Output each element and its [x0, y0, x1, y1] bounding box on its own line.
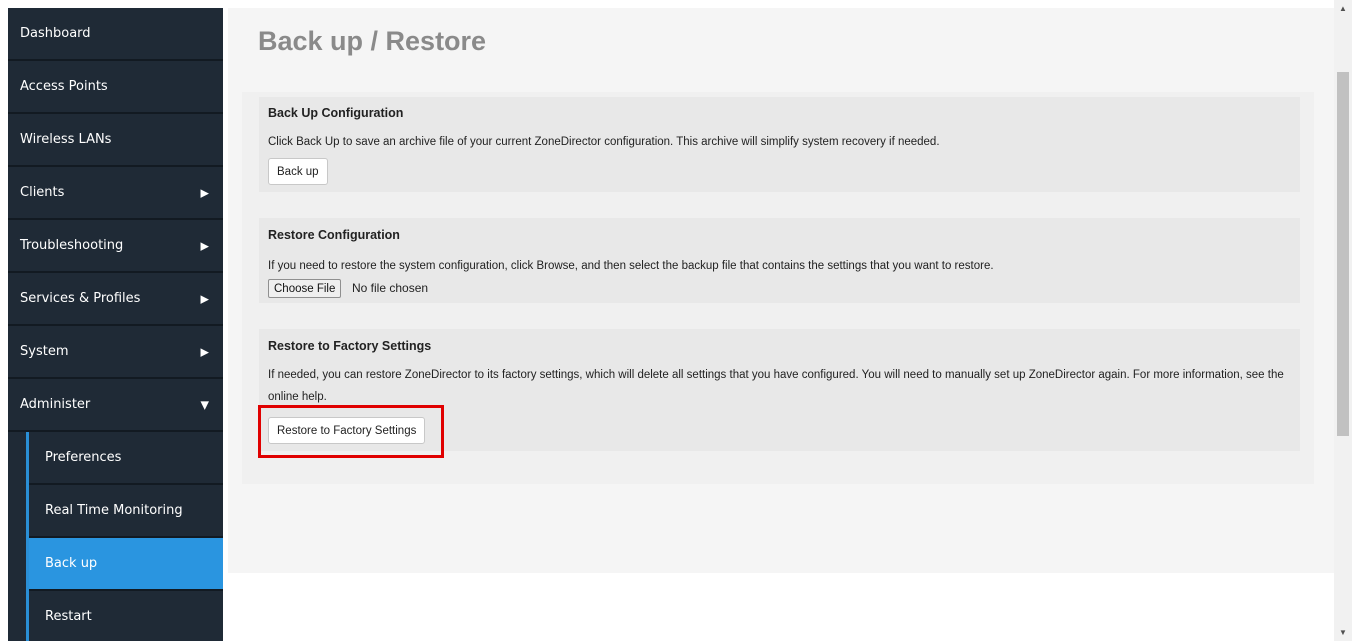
back-up-button[interactable]: Back up [268, 158, 328, 185]
sidebar-item-restart[interactable]: Restart [29, 591, 223, 641]
nav-item-access-points[interactable]: Access Points [8, 61, 223, 114]
restore-section: Restore Configuration If you need to res… [259, 218, 1300, 303]
nav-item-label: Clients [20, 185, 65, 200]
restore-description: If you need to restore the system config… [268, 260, 994, 272]
scroll-thumb[interactable] [1337, 72, 1349, 436]
nav-item-label: System [20, 344, 69, 359]
sub-item-label: Back up [45, 556, 98, 571]
restore-heading: Restore Configuration [268, 228, 400, 242]
backup-description: Click Back Up to save an archive file of… [268, 136, 940, 148]
triangle-right-icon: ▶ [200, 292, 209, 305]
sidebar-item-real-time-monitoring[interactable]: Real Time Monitoring [29, 485, 223, 538]
choose-file-button[interactable]: Choose File [268, 279, 342, 298]
nav-item-label: Services & Profiles [20, 291, 141, 306]
factory-heading: Restore to Factory Settings [268, 339, 432, 353]
triangle-right-icon: ▶ [200, 345, 209, 358]
main-content: Back up / Restore Back Up Configuration … [228, 8, 1334, 573]
triangle-down-icon: ▼ [200, 398, 209, 411]
vertical-scrollbar[interactable]: ▲ ▼ [1334, 0, 1352, 641]
nav-item-label: Dashboard [20, 26, 91, 41]
nav-item-dashboard[interactable]: Dashboard [8, 8, 223, 61]
sidebar: Dashboard Access Points Wireless LANs Cl… [8, 8, 223, 641]
nav-item-label: Wireless LANs [20, 132, 112, 147]
nav-item-wireless-lans[interactable]: Wireless LANs [8, 114, 223, 167]
administer-submenu: Preferences Real Time Monitoring Back up… [8, 432, 223, 641]
sidebar-item-preferences[interactable]: Preferences [29, 432, 223, 485]
triangle-right-icon: ▶ [200, 239, 209, 252]
nav-item-services-profiles[interactable]: Services & Profiles ▶ [8, 273, 223, 326]
nav-item-clients[interactable]: Clients ▶ [8, 167, 223, 220]
file-status-text: No file chosen [352, 281, 429, 295]
factory-description: If needed, you can restore ZoneDirector … [268, 369, 1284, 403]
sub-item-label: Preferences [45, 450, 122, 465]
triangle-right-icon: ▶ [200, 186, 209, 199]
nav-item-label: Troubleshooting [20, 238, 124, 253]
nav-item-administer[interactable]: Administer ▼ [8, 379, 223, 432]
page-title: Back up / Restore [258, 26, 487, 56]
sidebar-item-back-up[interactable]: Back up [29, 538, 223, 591]
scroll-down-arrow-icon[interactable]: ▼ [1334, 624, 1352, 641]
sub-item-label: Real Time Monitoring [45, 503, 183, 518]
backup-section: Back Up Configuration Click Back Up to s… [259, 97, 1300, 192]
nav-item-label: Access Points [20, 79, 108, 94]
nav-item-troubleshooting[interactable]: Troubleshooting ▶ [8, 220, 223, 273]
scroll-up-arrow-icon[interactable]: ▲ [1334, 0, 1352, 17]
nav-item-system[interactable]: System ▶ [8, 326, 223, 379]
sub-item-label: Restart [45, 609, 92, 624]
red-highlight-box [258, 405, 444, 458]
backup-heading: Back Up Configuration [268, 106, 404, 120]
nav-item-label: Administer [20, 397, 91, 412]
